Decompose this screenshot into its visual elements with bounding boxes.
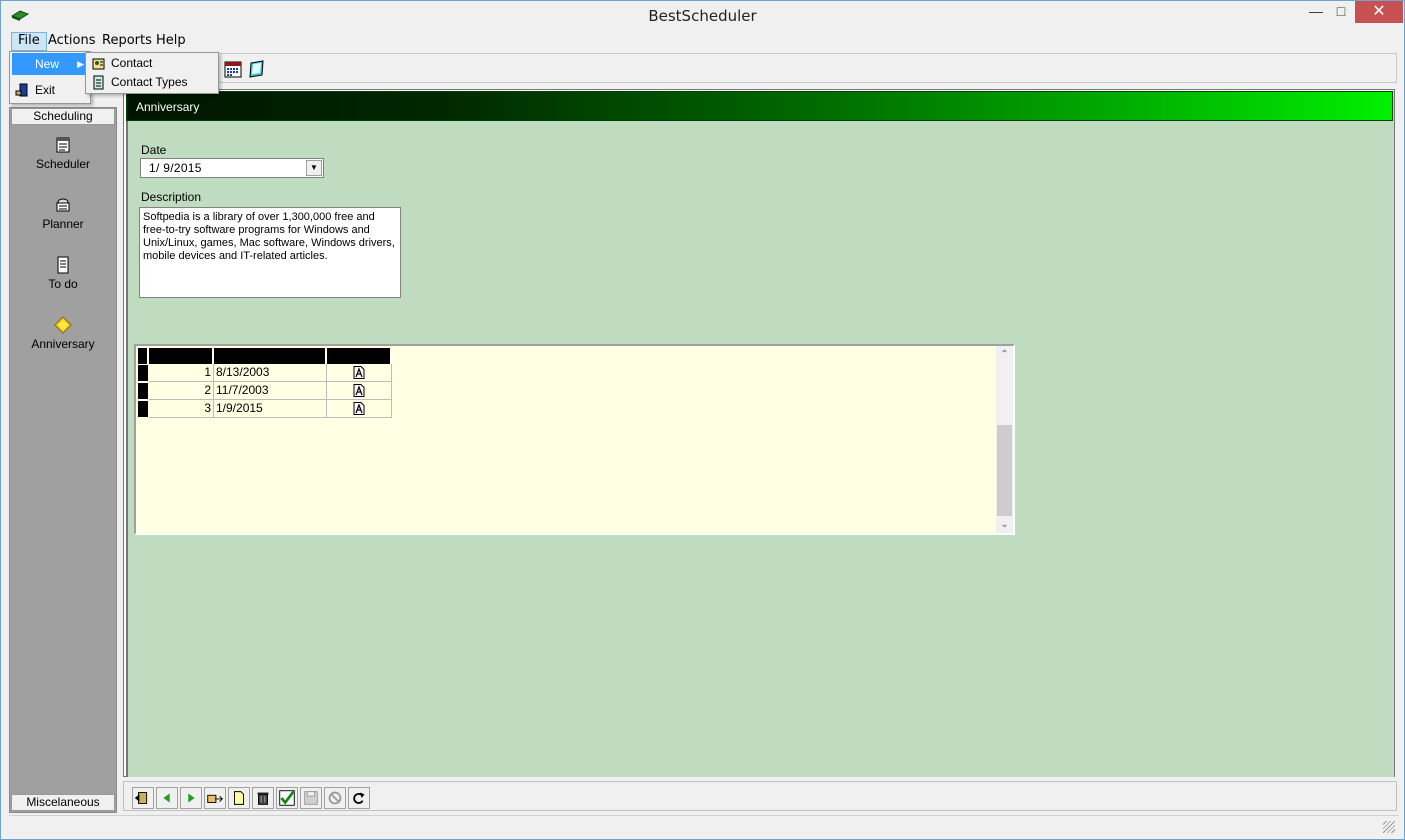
sidebar-item-anniversary[interactable]: Anniversary <box>10 316 116 351</box>
app-window: BestScheduler — □ ✕ File Actions Reports… <box>0 0 1405 840</box>
chevron-down-icon[interactable]: ⌄ <box>996 516 1013 533</box>
sidebar-item-label: To do <box>48 277 78 291</box>
contact-types-icon <box>93 75 104 90</box>
arrow-right-icon[interactable] <box>180 787 202 809</box>
table-row-doc[interactable] <box>327 364 392 382</box>
notes-icon[interactable] <box>247 59 267 79</box>
arrow-left-icon[interactable] <box>156 787 178 809</box>
chevron-up-icon[interactable]: ⌃ <box>996 346 1013 363</box>
date-picker[interactable]: 1/ 9/2015 ▼ <box>140 158 324 178</box>
sidebar-item-scheduler[interactable]: Scheduler <box>10 136 116 171</box>
sidebar-item-todo[interactable]: To do <box>10 256 116 291</box>
resize-grip-icon[interactable] <box>1383 821 1395 833</box>
sidebar-header-scheduling[interactable]: Scheduling <box>11 108 115 125</box>
grid-header-col-3[interactable] <box>327 348 391 364</box>
menu-item-contact[interactable]: Contact <box>88 54 216 73</box>
trash-icon[interactable] <box>252 787 274 809</box>
document-icon[interactable] <box>353 402 365 415</box>
sidebar-item-planner[interactable]: Planner <box>10 196 116 231</box>
menu-item-exit-label: Exit <box>35 83 56 97</box>
file-menu-dropdown: New ▶ Exit <box>9 51 91 104</box>
goto-record-icon[interactable] <box>204 787 226 809</box>
date-label: Date <box>141 143 167 157</box>
refresh-icon[interactable] <box>348 787 370 809</box>
todo-icon <box>57 256 69 274</box>
checkmark-icon[interactable] <box>276 787 298 809</box>
maximize-button[interactable]: □ <box>1324 1 1358 23</box>
menu-item-contact-label: Contact <box>111 56 153 70</box>
close-button[interactable]: ✕ <box>1355 1 1403 23</box>
cancel-icon[interactable] <box>324 787 346 809</box>
table-row-doc[interactable] <box>327 400 392 418</box>
menu-actions[interactable]: Actions <box>42 32 102 51</box>
planner-icon <box>56 198 70 212</box>
sidebar-item-label: Anniversary <box>31 337 95 351</box>
scheduler-icon <box>56 137 70 153</box>
menu-item-contact-types-label: Contact Types <box>111 75 188 89</box>
menu-help[interactable]: Help <box>150 32 192 51</box>
grid-header-col-2[interactable] <box>214 348 326 364</box>
contact-icon <box>92 58 105 70</box>
table-row-date[interactable]: 11/7/2003 <box>214 382 327 400</box>
table-row-date[interactable]: 8/13/2003 <box>214 364 327 382</box>
menu-item-exit[interactable]: Exit <box>12 79 88 101</box>
row-indicator[interactable] <box>138 365 148 381</box>
chevron-down-icon[interactable]: ▼ <box>306 160 322 176</box>
exit-door-icon[interactable] <box>132 787 154 809</box>
sidebar-item-label: Scheduler <box>35 157 91 171</box>
table-row-num[interactable]: 1 <box>149 364 214 382</box>
title-bar: BestScheduler — □ ✕ <box>1 1 1404 31</box>
window-title: BestScheduler <box>648 7 757 25</box>
grid-header-indicator <box>138 348 148 364</box>
menu-item-new[interactable]: New ▶ <box>12 53 88 75</box>
new-document-icon[interactable] <box>228 787 250 809</box>
record-navigation-toolbar <box>123 781 1397 811</box>
row-indicator[interactable] <box>138 383 148 399</box>
scroll-thumb[interactable] <box>997 425 1012 516</box>
grid-header-col-1[interactable] <box>149 348 213 364</box>
anniversary-icon <box>54 316 72 334</box>
menu-item-new-label: New <box>35 57 60 71</box>
menu-item-contact-types[interactable]: Contact Types <box>88 73 216 92</box>
menu-reports[interactable]: Reports <box>96 32 158 51</box>
sidebar: Scheduling Scheduler Planner To do Anniv… <box>9 107 117 813</box>
description-label: Description <box>141 190 202 204</box>
description-field[interactable]: Softpedia is a library of over 1,300,000… <box>139 207 401 298</box>
table-row-date[interactable]: 1/9/2015 <box>214 400 327 418</box>
date-value: 1/ 9/2015 <box>149 161 202 175</box>
document-icon[interactable] <box>353 384 365 397</box>
chevron-right-icon: ▶ <box>77 59 84 69</box>
menu-bar: File Actions Reports Help <box>9 31 1397 51</box>
calendar-icon[interactable] <box>223 59 243 79</box>
sidebar-item-label: Planner <box>42 217 84 231</box>
grid-scrollbar[interactable]: ⌃ ⌄ <box>996 346 1013 533</box>
document-icon[interactable] <box>353 366 365 379</box>
panel-title: Anniversary <box>136 100 200 114</box>
panel-header: Anniversary <box>126 91 1393 121</box>
table-row-num[interactable]: 3 <box>149 400 214 418</box>
status-bar <box>9 815 1399 835</box>
new-submenu: Contact Contact Types <box>85 52 219 94</box>
exit-door-icon <box>15 83 28 97</box>
table-row-doc[interactable] <box>327 382 392 400</box>
anniversary-grid[interactable]: 1 8/13/2003 2 11/7/2003 3 1/9/2015 ⌃ ⌄ <box>134 344 1015 535</box>
sidebar-footer-miscelaneous[interactable]: Miscelaneous <box>11 794 115 811</box>
save-disk-icon[interactable] <box>300 787 322 809</box>
table-row-num[interactable]: 2 <box>149 382 214 400</box>
row-indicator[interactable] <box>138 401 148 417</box>
